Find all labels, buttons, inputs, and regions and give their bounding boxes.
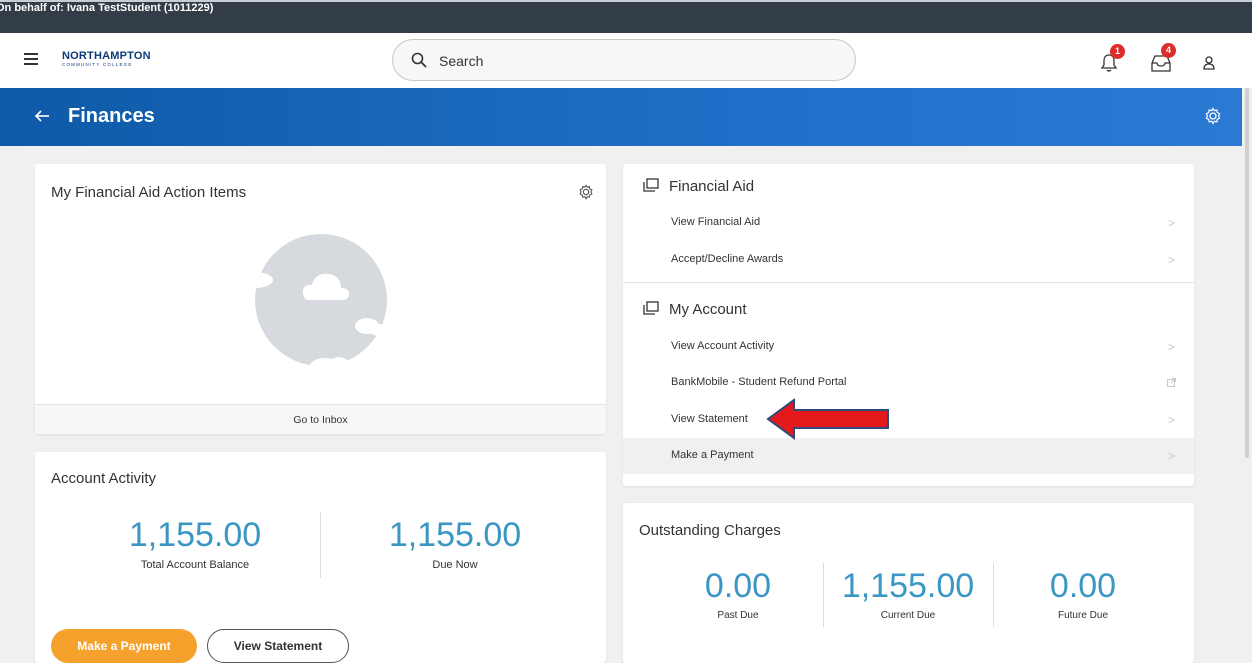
future-due: 0.00 Future Due [1013,567,1153,621]
window-stack-icon [643,301,659,315]
section-financial-aid: Financial Aid [643,178,754,195]
page-title: Finances [68,105,155,127]
go-to-inbox-link[interactable]: Go to Inbox [35,404,606,434]
back-arrow-icon[interactable] [34,106,50,126]
make-a-payment-button[interactable]: Make a Payment [51,629,197,663]
search-input[interactable]: Search [392,39,856,81]
page-scrollbar[interactable] [1242,88,1252,663]
metric-divider [993,563,994,627]
metric-label: Future Due [1057,610,1109,621]
current-due: 1,155.00 Current Due [823,567,993,621]
chevron-right-icon: > [1168,413,1176,427]
chevron-right-icon: > [1168,449,1176,463]
scrollbar-thumb[interactable] [1245,88,1249,458]
metric-value: 1,155.00 [388,516,522,554]
card-title: Outstanding Charges [639,522,781,539]
link-label: Make a Payment [671,449,754,461]
gear-icon[interactable] [578,184,594,200]
metric-value: 0.00 [1049,567,1117,605]
outstanding-charges-card: Outstanding Charges 0.00 Past Due 1,155.… [623,503,1194,663]
page-header: Finances [0,88,1242,146]
metric-divider [320,512,321,578]
link-accept-decline-awards[interactable]: Accept/Decline Awards > [623,242,1194,278]
metric-value: 0.00 [704,567,772,605]
link-make-a-payment[interactable]: Make a Payment > [623,438,1194,474]
chevron-right-icon: > [1168,253,1176,267]
chevron-right-icon: > [1168,340,1176,354]
search-icon [411,52,427,68]
link-view-account-activity[interactable]: View Account Activity > [623,329,1194,365]
window-stack-icon [643,178,659,192]
notifications-badge: 1 [1110,44,1125,59]
gear-icon[interactable] [1204,107,1222,125]
top-navigation: NORTHAMPTON COMMUNITY COLLEGE Search [0,33,1252,88]
search-placeholder: Search [439,53,484,69]
college-logo[interactable]: NORTHAMPTON COMMUNITY COLLEGE [62,50,152,70]
link-label: View Account Activity [671,340,775,352]
view-statement-button[interactable]: View Statement [207,629,349,663]
chevron-right-icon: > [1168,216,1176,230]
card-title: Account Activity [51,470,157,487]
financial-aid-action-items-card: My Financial Aid Action Items Go to Inbo… [35,164,606,434]
empty-state-cloud-illustration [255,234,387,366]
metric-label: Total Account Balance [140,559,250,571]
link-label: Accept/Decline Awards [671,253,784,265]
link-view-financial-aid[interactable]: View Financial Aid > [623,205,1194,241]
section-divider [623,282,1194,283]
link-label: View Statement [671,413,748,425]
metric-value: 1,155.00 [841,567,975,605]
past-due: 0.00 Past Due [668,567,808,621]
proxy-text: On behalf of: Ivana TestStudent (1011229… [0,2,214,14]
user-icon[interactable] [1203,56,1215,70]
metric-value: 1,155.00 [128,516,262,554]
link-label: View Financial Aid [671,216,761,228]
hamburger-icon[interactable] [24,53,38,65]
metric-label: Current Due [880,610,936,621]
link-view-statement[interactable]: View Statement > [623,402,1194,438]
external-link-icon [1167,378,1176,387]
logo-subtitle: COMMUNITY COLLEGE [62,62,133,67]
card-title: My Financial Aid Action Items [51,184,247,201]
metric-label: Past Due [717,610,759,621]
logo-name: NORTHAMPTON [62,50,151,62]
finances-links-card: Financial Aid View Financial Aid > Accept… [623,164,1194,486]
section-title: Financial Aid [669,178,755,195]
inbox-badge: 4 [1161,43,1176,58]
link-label: BankMobile - Student Refund Portal [671,376,847,388]
account-activity-card: Account Activity 1,155.00 Total Account … [35,452,606,663]
total-account-balance: 1,155.00 Total Account Balance [105,516,285,571]
link-bankmobile-refund-portal[interactable]: BankMobile - Student Refund Portal [623,365,1194,401]
proxy-banner: On behalf of: Ivana TestStudent (1011229… [0,0,1252,33]
due-now: 1,155.00 Due Now [365,516,545,571]
metric-label: Due Now [432,559,478,571]
annotation-arrow-icon [766,398,889,440]
section-my-account: My Account [643,301,747,318]
section-title: My Account [669,301,747,318]
